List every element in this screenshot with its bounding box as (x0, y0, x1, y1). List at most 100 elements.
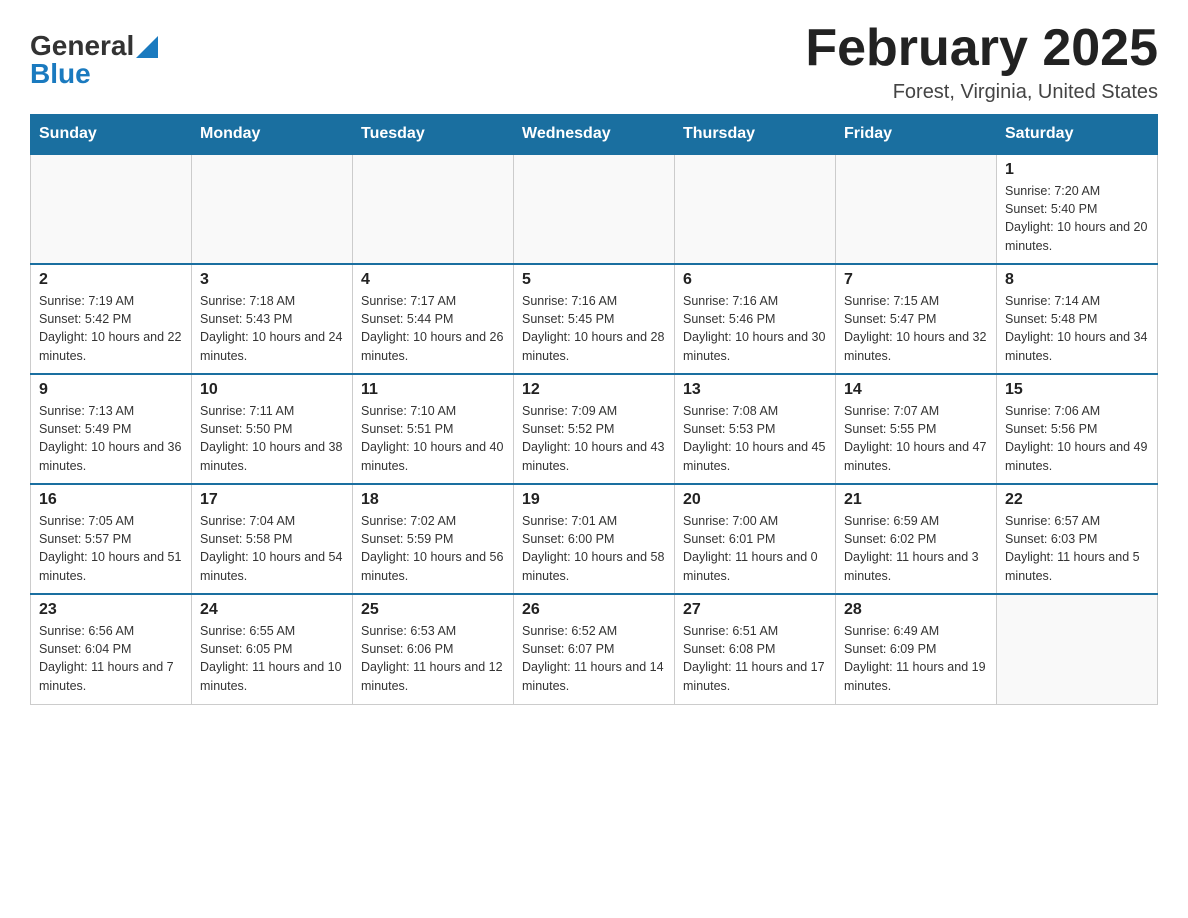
calendar-cell: 19 Sunrise: 7:01 AMSunset: 6:00 PMDayligh… (514, 484, 675, 594)
logo: General Blue (30, 30, 158, 90)
day-sun-info: Sunrise: 6:49 AMSunset: 6:09 PMDaylight:… (844, 622, 988, 695)
calendar-cell (192, 154, 353, 264)
calendar-cell: 25 Sunrise: 6:53 AMSunset: 6:06 PMDayligh… (353, 594, 514, 704)
calendar-cell: 22 Sunrise: 6:57 AMSunset: 6:03 PMDayligh… (997, 484, 1158, 594)
day-number: 13 (683, 381, 827, 399)
calendar-cell: 17Sunrise: 7:04 AMSunset: 5:58 PMDayligh… (192, 484, 353, 594)
day-number: 28 (844, 601, 988, 619)
day-of-week-header: Sunday (31, 115, 192, 155)
day-sun-info: Sunrise: 7:10 AMSunset: 5:51 PMDaylight:… (361, 402, 505, 475)
day-sun-info: Sunrise: 7:15 AMSunset: 5:47 PMDaylight:… (844, 292, 988, 365)
calendar-cell: 27 Sunrise: 6:51 AMSunset: 6:08 PMDayligh… (675, 594, 836, 704)
calendar-cell: 9 Sunrise: 7:13 AMSunset: 5:49 PMDaylight… (31, 374, 192, 484)
day-of-week-header: Friday (836, 115, 997, 155)
calendar-table: SundayMondayTuesdayWednesdayThursdayFrid… (30, 114, 1158, 705)
day-number: 19 (522, 491, 666, 509)
day-number: 6 (683, 271, 827, 289)
day-number: 3 (200, 271, 344, 289)
calendar-cell: 8Sunrise: 7:14 AMSunset: 5:48 PMDaylight… (997, 264, 1158, 374)
calendar-cell: 26Sunrise: 6:52 AMSunset: 6:07 PMDayligh… (514, 594, 675, 704)
day-sun-info: Sunrise: 7:18 AMSunset: 5:43 PMDaylight:… (200, 292, 344, 365)
day-number: 23 (39, 601, 183, 619)
calendar-cell (31, 154, 192, 264)
day-number: 18 (361, 491, 505, 509)
calendar-cell: 1 Sunrise: 7:20 AMSunset: 5:40 PMDaylight… (997, 154, 1158, 264)
day-number: 17 (200, 491, 344, 509)
week-row: 9 Sunrise: 7:13 AMSunset: 5:49 PMDaylight… (31, 374, 1158, 484)
day-of-week-header: Monday (192, 115, 353, 155)
location-text: Forest, Virginia, United States (805, 81, 1158, 104)
day-sun-info: Sunrise: 7:16 AMSunset: 5:45 PMDaylight:… (522, 292, 666, 365)
day-number: 14 (844, 381, 988, 399)
calendar-cell: 28 Sunrise: 6:49 AMSunset: 6:09 PMDayligh… (836, 594, 997, 704)
day-sun-info: Sunrise: 7:05 AMSunset: 5:57 PMDaylight:… (39, 512, 183, 585)
calendar-cell: 7 Sunrise: 7:15 AMSunset: 5:47 PMDaylight… (836, 264, 997, 374)
day-number: 25 (361, 601, 505, 619)
calendar-cell: 15Sunrise: 7:06 AMSunset: 5:56 PMDayligh… (997, 374, 1158, 484)
calendar-cell: 24 Sunrise: 6:55 AMSunset: 6:05 PMDayligh… (192, 594, 353, 704)
day-sun-info: Sunrise: 6:59 AMSunset: 6:02 PMDaylight:… (844, 512, 988, 585)
day-number: 1 (1005, 161, 1149, 179)
day-sun-info: Sunrise: 7:01 AMSunset: 6:00 PMDaylight:… (522, 512, 666, 585)
day-sun-info: Sunrise: 7:11 AMSunset: 5:50 PMDaylight:… (200, 402, 344, 475)
day-sun-info: Sunrise: 6:57 AMSunset: 6:03 PMDaylight:… (1005, 512, 1149, 585)
calendar-cell: 23 Sunrise: 6:56 AMSunset: 6:04 PMDayligh… (31, 594, 192, 704)
day-of-week-header: Wednesday (514, 115, 675, 155)
day-sun-info: Sunrise: 7:09 AMSunset: 5:52 PMDaylight:… (522, 402, 666, 475)
day-sun-info: Sunrise: 7:07 AMSunset: 5:55 PMDaylight:… (844, 402, 988, 475)
calendar-cell: 20 Sunrise: 7:00 AMSunset: 6:01 PMDayligh… (675, 484, 836, 594)
day-number: 16 (39, 491, 183, 509)
day-number: 27 (683, 601, 827, 619)
logo-triangle-icon (136, 36, 158, 58)
calendar-cell: 5 Sunrise: 7:16 AMSunset: 5:45 PMDaylight… (514, 264, 675, 374)
calendar-cell: 2 Sunrise: 7:19 AMSunset: 5:42 PMDaylight… (31, 264, 192, 374)
day-sun-info: Sunrise: 7:06 AMSunset: 5:56 PMDaylight:… (1005, 402, 1149, 475)
day-sun-info: Sunrise: 7:19 AMSunset: 5:42 PMDaylight:… (39, 292, 183, 365)
calendar-cell (836, 154, 997, 264)
week-row: 2 Sunrise: 7:19 AMSunset: 5:42 PMDaylight… (31, 264, 1158, 374)
calendar-cell (997, 594, 1158, 704)
calendar-cell: 13 Sunrise: 7:08 AMSunset: 5:53 PMDayligh… (675, 374, 836, 484)
day-number: 9 (39, 381, 183, 399)
day-number: 10 (200, 381, 344, 399)
day-of-week-header: Tuesday (353, 115, 514, 155)
day-sun-info: Sunrise: 6:55 AMSunset: 6:05 PMDaylight:… (200, 622, 344, 695)
month-title: February 2025 (805, 20, 1158, 77)
calendar-header-row: SundayMondayTuesdayWednesdayThursdayFrid… (31, 115, 1158, 155)
day-number: 7 (844, 271, 988, 289)
logo-blue-text: Blue (30, 58, 91, 90)
day-sun-info: Sunrise: 7:20 AMSunset: 5:40 PMDaylight:… (1005, 182, 1149, 255)
day-sun-info: Sunrise: 6:51 AMSunset: 6:08 PMDaylight:… (683, 622, 827, 695)
calendar-cell: 11 Sunrise: 7:10 AMSunset: 5:51 PMDayligh… (353, 374, 514, 484)
day-sun-info: Sunrise: 7:17 AMSunset: 5:44 PMDaylight:… (361, 292, 505, 365)
calendar-cell (675, 154, 836, 264)
calendar-cell: 3 Sunrise: 7:18 AMSunset: 5:43 PMDaylight… (192, 264, 353, 374)
day-number: 20 (683, 491, 827, 509)
calendar-cell: 14 Sunrise: 7:07 AMSunset: 5:55 PMDayligh… (836, 374, 997, 484)
day-sun-info: Sunrise: 7:13 AMSunset: 5:49 PMDaylight:… (39, 402, 183, 475)
day-sun-info: Sunrise: 6:53 AMSunset: 6:06 PMDaylight:… (361, 622, 505, 695)
day-sun-info: Sunrise: 7:00 AMSunset: 6:01 PMDaylight:… (683, 512, 827, 585)
day-sun-info: Sunrise: 7:08 AMSunset: 5:53 PMDaylight:… (683, 402, 827, 475)
day-number: 24 (200, 601, 344, 619)
day-number: 11 (361, 381, 505, 399)
calendar-cell: 16 Sunrise: 7:05 AMSunset: 5:57 PMDayligh… (31, 484, 192, 594)
calendar-cell: 12Sunrise: 7:09 AMSunset: 5:52 PMDayligh… (514, 374, 675, 484)
page-header: General Blue February 2025 Forest, Virgi… (30, 20, 1158, 104)
week-row: 16 Sunrise: 7:05 AMSunset: 5:57 PMDayligh… (31, 484, 1158, 594)
day-number: 2 (39, 271, 183, 289)
day-sun-info: Sunrise: 7:02 AMSunset: 5:59 PMDaylight:… (361, 512, 505, 585)
day-of-week-header: Thursday (675, 115, 836, 155)
day-number: 4 (361, 271, 505, 289)
title-area: February 2025 Forest, Virginia, United S… (805, 20, 1158, 104)
day-number: 22 (1005, 491, 1149, 509)
day-sun-info: Sunrise: 7:16 AMSunset: 5:46 PMDaylight:… (683, 292, 827, 365)
day-sun-info: Sunrise: 6:56 AMSunset: 6:04 PMDaylight:… (39, 622, 183, 695)
calendar-cell: 6 Sunrise: 7:16 AMSunset: 5:46 PMDaylight… (675, 264, 836, 374)
week-row: 23 Sunrise: 6:56 AMSunset: 6:04 PMDayligh… (31, 594, 1158, 704)
day-number: 8 (1005, 271, 1149, 289)
calendar-cell (353, 154, 514, 264)
calendar-cell: 10 Sunrise: 7:11 AMSunset: 5:50 PMDayligh… (192, 374, 353, 484)
day-of-week-header: Saturday (997, 115, 1158, 155)
day-number: 5 (522, 271, 666, 289)
